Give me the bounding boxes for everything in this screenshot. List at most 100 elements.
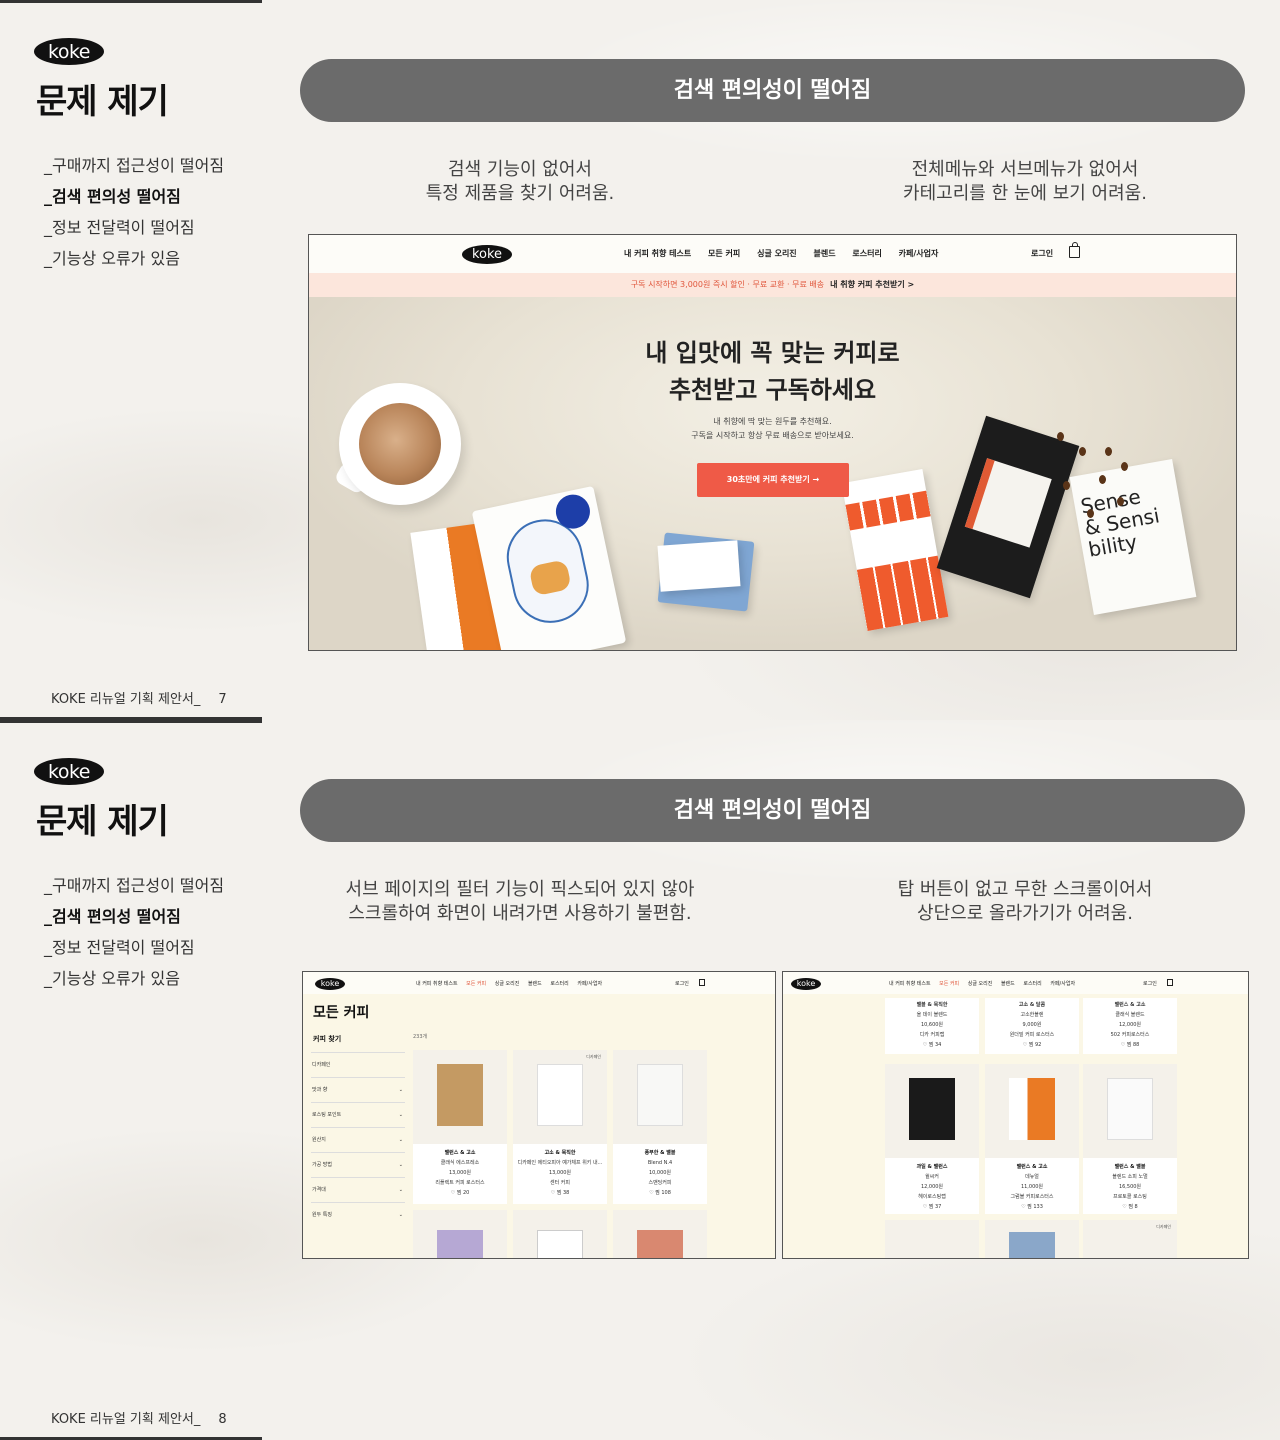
koke-logo: koke [34, 38, 104, 65]
nav-taste-test[interactable]: 내 커피 취향 테스트 [416, 981, 458, 987]
cart-icon[interactable] [699, 979, 705, 986]
side-menu: _구매까지 접근성이 떨어짐 _검색 편의성 떨어짐 _정보 전달력이 떨어짐 … [44, 870, 224, 994]
hero-title: 내 입맛에 꼭 맞는 커피로 추천받고 구독하세요 [645, 339, 900, 404]
nav-blend[interactable]: 블렌드 [1001, 981, 1015, 987]
drip-bag-image [657, 540, 741, 592]
filter-process[interactable]: 가공 방법 ⌄ [311, 1152, 405, 1177]
nav-single-origin[interactable]: 싱글 오리진 [757, 249, 797, 258]
product-card[interactable] [885, 1220, 979, 1258]
bean-icon [1117, 497, 1124, 506]
chevron-down-icon: ⌄ [398, 1187, 403, 1193]
product-card[interactable] [985, 1220, 1079, 1258]
cart-icon[interactable] [1069, 242, 1080, 258]
menu-item-info: _정보 전달력이 떨어짐 [44, 218, 195, 237]
filter-decaf[interactable]: 디카페인 [311, 1052, 405, 1077]
site-logo[interactable]: koke [462, 245, 512, 264]
nav-cafe[interactable]: 카페/사업자 [899, 249, 939, 258]
desc-left: 서브 페이지의 필터 기능이 픽스되어 있지 않아 스크롤하여 화면이 내려가면… [345, 879, 695, 924]
desc-right: 전체메뉴와 서브메뉴가 없어서 카테고리를 한 눈에 보기 어려움. [903, 159, 1147, 204]
nav-all-coffee[interactable]: 모든 커피 [466, 981, 486, 987]
koke-logo: koke [34, 758, 104, 785]
nav-blend[interactable]: 블렌드 [528, 981, 542, 987]
login-link[interactable]: 로그인 [1031, 248, 1053, 259]
filter-panel: 디카페인 맛과 향 ⌄ 로스팅 포인트 ⌄ 원산지 ⌄ 가공 방법 ⌄ 가격대 ⌄ 원두 … [311, 1052, 405, 1227]
top-rule [0, 0, 262, 3]
product-card[interactable]: 밸런스 & 고소 클래식 에스프레소 13,000원 리플렉트 커피 로스터스 … [413, 1050, 507, 1204]
login-link[interactable]: 로그인 [1143, 980, 1157, 987]
cart-icon[interactable] [1167, 979, 1173, 986]
login-link[interactable]: 로그인 [675, 980, 689, 987]
product-card[interactable]: 디카페인 [1083, 1220, 1177, 1258]
chevron-down-icon: ⌄ [398, 1087, 403, 1093]
page-number: 7 [218, 692, 227, 707]
filter-price[interactable]: 가격대 ⌄ [311, 1177, 405, 1202]
filter-title: 커피 찾기 [313, 1035, 342, 1043]
site-nav: 내 커피 취향 테스트 모든 커피 싱글 오리진 블렌드 로스터리 카페/사업자 [416, 980, 609, 987]
menu-item-error: _기능상 오류가 있음 [44, 969, 180, 988]
nav-single-origin[interactable]: 싱글 오리진 [968, 981, 993, 987]
nav-single-origin[interactable]: 싱글 오리진 [495, 981, 520, 987]
hero-section: Sense & Sensi bility 내 입맛에 꼭 맞는 커피로 추천받고… [309, 297, 1236, 650]
product-image: 디카페인 [513, 1050, 607, 1144]
filter-origin[interactable]: 원산지 ⌄ [311, 1127, 405, 1152]
menu-item-search: _검색 편의성 떨어짐 [44, 907, 181, 926]
slide-8: koke 문제 제기 _구매까지 접근성이 떨어짐 _검색 편의성 떨어짐 _정… [0, 720, 1280, 1440]
bean-icon [1099, 475, 1106, 484]
nav-roastery[interactable]: 로스터리 [550, 981, 568, 987]
product-card[interactable]: 밸런스 & 고소 클래식 블렌드 12,000원 502 커피로스터스 ♡ 찜 88 [1083, 998, 1177, 1054]
bean-icon [1105, 447, 1112, 456]
menu-item-access: _구매까지 접근성이 떨어짐 [44, 876, 225, 895]
promo-text: 구독 시작하면 3,000원 즉시 할인 · 무료 교환 · 무료 배송 [630, 280, 825, 289]
sense-bag-image: Sense & Sensi bility [1069, 459, 1197, 615]
nav-taste-test[interactable]: 내 커피 취향 테스트 [624, 249, 691, 258]
site-logo[interactable]: koke [315, 978, 345, 990]
footer-text: KOKE 리뉴얼 기획 제안서_ [51, 692, 201, 707]
menu-item-error: _기능상 오류가 있음 [44, 249, 180, 268]
nav-cafe[interactable]: 카페/사업자 [577, 981, 602, 987]
list-page-screenshot: koke 내 커피 취향 테스트 모든 커피 싱글 오리진 블렌드 로스터리 카… [302, 971, 776, 1259]
filter-flavor[interactable]: 맛과 향 ⌄ [311, 1077, 405, 1102]
product-card[interactable]: 밸블 & 묵직한 올 데이 블렌드 10,600원 디카 커피랩 ♡ 찜 34 [885, 998, 979, 1054]
nav-all-coffee[interactable]: 모든 커피 [939, 981, 959, 987]
product-card[interactable]: 밸런스 & 고소 데뉴얼 11,000원 그럼블 커피로스터스 ♡ 찜 133 [985, 1064, 1079, 1214]
product-card[interactable]: 디카페인 고소 & 묵직한 디카페인 에티오피아 예가체프 위키 내... 13… [513, 1050, 607, 1204]
product-card[interactable]: 풍부한 & 밸블 Blend N.4 10,000원 스맨딩커피 ♡ 찜 108 [613, 1050, 707, 1204]
site-header: koke 내 커피 취향 테스트 모든 커피 싱글 오리진 블렌드 로스터리 카… [303, 972, 775, 994]
nav-blend[interactable]: 블렌드 [813, 249, 835, 258]
promo-banner[interactable]: 구독 시작하면 3,000원 즉시 할인 · 무료 교환 · 무료 배송 내 취향… [309, 273, 1236, 297]
nav-roastery[interactable]: 로스터리 [852, 249, 881, 258]
promo-link[interactable]: 내 취향 커피 추천받기 > [830, 280, 914, 289]
menu-item-search: _검색 편의성 떨어짐 [44, 187, 181, 206]
product-card[interactable] [513, 1210, 607, 1258]
site-header: koke 내 커피 취향 테스트 모든 커피 싱글 오리진 블렌드 로스터리 카… [309, 235, 1236, 273]
filter-feature[interactable]: 원두 특징 ⌄ [311, 1202, 405, 1227]
page-title: 문제 제기 [36, 82, 169, 122]
recommend-button[interactable]: 30초만에 커피 추천받기 → [697, 463, 849, 497]
site-nav: 내 커피 취향 테스트 모든 커피 싱글 오리진 블렌드 로스터리 카페/사업자 [624, 248, 952, 259]
side-menu: _구매까지 접근성이 떨어짐 _검색 편의성 떨어짐 _정보 전달력이 떨어짐 … [44, 150, 224, 274]
product-card[interactable]: 고소 & 달콤 고소한블렌 9,000원 원더빌 커피 로스터스 ♡ 찜 92 [985, 998, 1079, 1054]
page-title: 문제 제기 [36, 802, 169, 842]
nav-cafe[interactable]: 카페/사업자 [1050, 981, 1075, 987]
product-card[interactable]: 밸런스 & 밸블 블렌드 소피 노멀 16,500원 프로토콜 로스팅 ♡ 찜 8 [1083, 1064, 1177, 1214]
product-card[interactable] [613, 1210, 707, 1258]
site-logo[interactable]: koke [791, 978, 821, 990]
filter-roast[interactable]: 로스팅 포인트 ⌄ [311, 1102, 405, 1127]
product-image [413, 1050, 507, 1144]
desc-right: 탑 버튼이 없고 무한 스크롤이어서 상단으로 올라가기가 어려움. [897, 879, 1153, 924]
nav-taste-test[interactable]: 내 커피 취향 테스트 [889, 981, 931, 987]
nav-roastery[interactable]: 로스터리 [1023, 981, 1041, 987]
product-image [985, 1064, 1079, 1158]
footer: KOKE 리뉴얼 기획 제안서_ 8 [51, 1408, 227, 1427]
chevron-down-icon: ⌄ [398, 1112, 403, 1118]
page-number: 8 [218, 1412, 227, 1427]
product-card[interactable] [413, 1210, 507, 1258]
menu-item-access: _구매까지 접근성이 떨어짐 [44, 156, 225, 175]
ethiopia-bag-image [841, 469, 949, 631]
footer: KOKE 리뉴얼 기획 제안서_ 7 [51, 688, 227, 707]
product-card[interactable]: 과일 & 밸런스 윌씨커 12,000원 헤이로스팅랩 ♡ 찜 37 [885, 1064, 979, 1214]
bean-icon [1121, 462, 1128, 471]
product-image [613, 1050, 707, 1144]
chevron-down-icon: ⌄ [398, 1137, 403, 1143]
nav-all-coffee[interactable]: 모든 커피 [708, 249, 740, 258]
